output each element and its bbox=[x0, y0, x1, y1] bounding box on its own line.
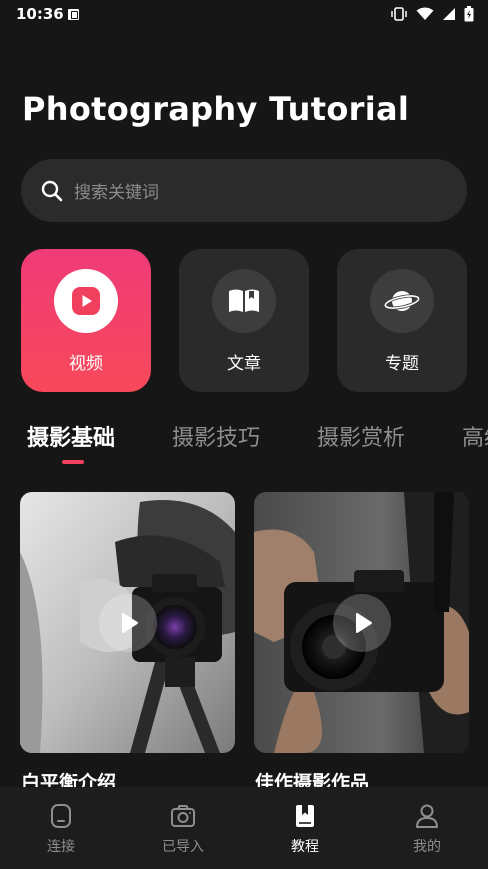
status-icons bbox=[390, 6, 474, 22]
tab-bar: 摄影基础 摄影技巧 摄影赏析 高级 bbox=[0, 418, 488, 468]
play-icon bbox=[54, 269, 118, 333]
status-bar: 10:36 bbox=[0, 0, 488, 28]
play-button[interactable] bbox=[332, 593, 391, 652]
tab-appreciation[interactable]: 摄影赏析 bbox=[317, 420, 405, 452]
play-button[interactable] bbox=[98, 593, 157, 652]
vibrate-icon bbox=[390, 7, 408, 21]
tab-indicator bbox=[62, 460, 84, 464]
category-label: 视频 bbox=[69, 354, 103, 374]
nav-mine[interactable]: 我的 bbox=[366, 787, 488, 869]
search-input[interactable]: 搜索关键词 bbox=[74, 178, 159, 203]
person-icon bbox=[416, 804, 438, 828]
category-label: 文章 bbox=[227, 354, 261, 374]
notification-a-icon bbox=[68, 9, 79, 20]
book-icon bbox=[212, 269, 276, 333]
nav-imported[interactable]: 已导入 bbox=[122, 787, 244, 869]
video-card[interactable] bbox=[254, 492, 469, 753]
tab-advanced[interactable]: 高级 bbox=[462, 420, 488, 452]
phone-icon bbox=[51, 804, 71, 828]
nav-label: 教程 bbox=[291, 839, 319, 855]
video-card[interactable] bbox=[20, 492, 235, 753]
nav-label: 我的 bbox=[413, 839, 441, 855]
bottom-nav: 连接 已导入 教程 我的 bbox=[0, 787, 488, 869]
tab-basics[interactable]: 摄影基础 bbox=[27, 420, 115, 452]
category-topic[interactable]: 专题 bbox=[337, 249, 467, 392]
bookmark-book-icon bbox=[296, 805, 314, 827]
nav-connect[interactable]: 连接 bbox=[0, 787, 122, 869]
wifi-icon bbox=[416, 7, 434, 21]
camera-icon bbox=[171, 805, 195, 827]
play-icon bbox=[121, 612, 138, 633]
category-row: 视频 文章 专题 bbox=[21, 249, 467, 392]
planet-icon bbox=[370, 269, 434, 333]
signal-icon bbox=[442, 7, 456, 21]
search-icon bbox=[40, 179, 64, 203]
status-time: 10:36 bbox=[16, 5, 64, 23]
category-article[interactable]: 文章 bbox=[179, 249, 309, 392]
battery-charging-icon bbox=[464, 6, 474, 22]
category-label: 专题 bbox=[385, 354, 419, 374]
page-title: Photography Tutorial bbox=[22, 90, 410, 128]
tab-techniques[interactable]: 摄影技巧 bbox=[172, 420, 260, 452]
nav-tutorial[interactable]: 教程 bbox=[244, 787, 366, 869]
nav-label: 已导入 bbox=[162, 839, 204, 855]
nav-label: 连接 bbox=[47, 839, 75, 855]
search-bar[interactable]: 搜索关键词 bbox=[21, 159, 467, 222]
play-icon bbox=[355, 612, 372, 633]
category-video[interactable]: 视频 bbox=[21, 249, 151, 392]
